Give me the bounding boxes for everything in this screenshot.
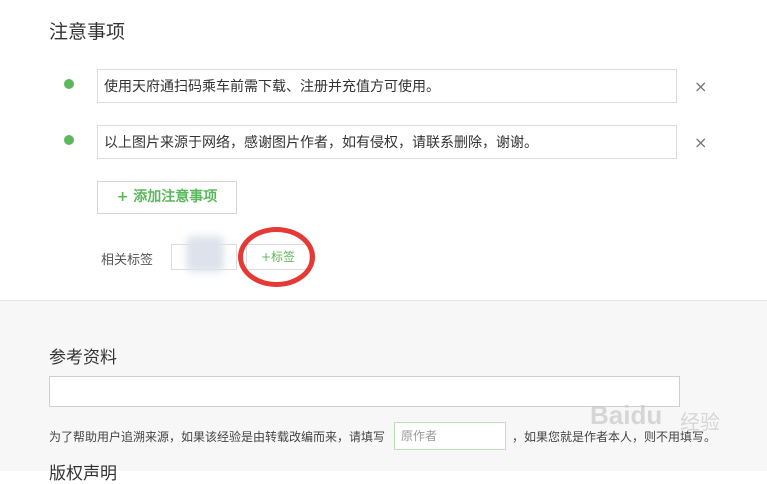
bullet-dot xyxy=(64,135,74,145)
remove-note-2-icon[interactable]: × xyxy=(694,133,707,152)
note-input-2[interactable] xyxy=(97,125,677,159)
add-note-button[interactable]: + 添加注意事项 xyxy=(97,181,237,214)
reference-section-title: 参考资料 xyxy=(49,348,117,368)
remove-note-1-icon[interactable]: × xyxy=(694,77,707,96)
reference-help-prefix: 为了帮助用户追溯来源，如果该经验是由转载改编而来，请填写 xyxy=(49,430,386,444)
bullet-dot xyxy=(64,79,74,89)
notes-panel: 注意事项 × × + 添加注意事项 相关标签 +标签 xyxy=(0,0,767,300)
note-input-1[interactable] xyxy=(97,69,677,103)
baidu-watermark-sub: 经验 xyxy=(680,410,720,434)
original-author-input[interactable] xyxy=(394,422,506,450)
copyright-section-title: 版权声明 xyxy=(49,464,117,484)
tags-label: 相关标签 xyxy=(101,253,154,268)
baidu-watermark: Baidu xyxy=(590,400,663,430)
notes-section-title: 注意事项 xyxy=(49,21,126,43)
red-annotation-circle xyxy=(238,227,315,287)
blurred-tag-content xyxy=(186,236,224,272)
reference-textarea[interactable] xyxy=(49,376,680,407)
